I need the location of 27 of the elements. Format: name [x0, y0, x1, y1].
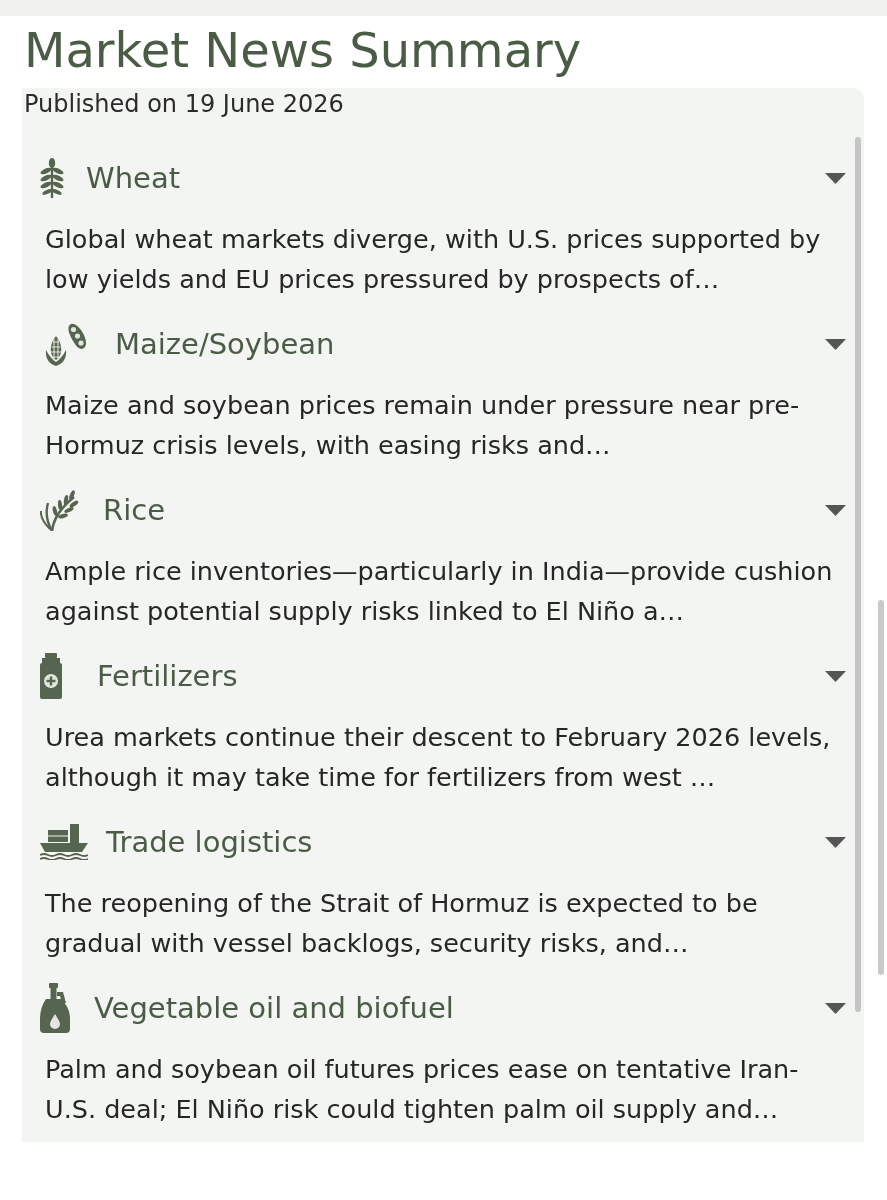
section-title[interactable]: Maize/Soybean	[115, 327, 335, 361]
section-summary: Palm and soybean oil futures prices ease on tentative Iran-U.S. deal; El Niño risk could tighten palm oil supply and…	[45, 1053, 800, 1126]
scrollbar-thumb[interactable]	[878, 600, 884, 975]
section-title[interactable]: Vegetable oil and biofuel	[94, 991, 454, 1025]
caret-icon[interactable]	[825, 670, 846, 682]
caret-icon[interactable]	[825, 504, 846, 516]
section-summary: Maize and soybean prices remain under pressure near pre-Hormuz crisis levels, with easing risks and…	[45, 389, 801, 462]
section-title[interactable]: Rice	[103, 493, 165, 527]
section-title[interactable]: Wheat	[86, 161, 181, 195]
section-summary: Urea markets continue their descent to February 2026 levels, although it may take time for fertilizers from west …	[45, 721, 832, 794]
section-summary: Ample rice inventories—particularly in India—provide cushion against potential supply risks linked to El Niño a…	[45, 555, 834, 628]
wheat-icon	[38, 158, 66, 198]
caret-icon[interactable]	[825, 338, 846, 350]
canister-icon	[40, 653, 62, 699]
page-title: Market News Summary	[24, 21, 582, 80]
publish-date: Published on 19 June 2026	[23, 89, 344, 120]
section-title[interactable]: Trade logistics	[106, 825, 313, 859]
section-summary: Global wheat markets diverge, with U.S. prices supported by low yields and EU prices pressured by prospects of…	[45, 223, 822, 296]
oil-bottle-icon	[40, 983, 70, 1033]
section-summary: The reopening of the Strait of Hormuz is expected to be gradual with vessel backlogs, security risks, and…	[45, 887, 759, 960]
section-title[interactable]: Fertilizers	[97, 659, 238, 693]
grain-stalk-icon	[40, 489, 80, 531]
caret-icon[interactable]	[825, 1002, 846, 1014]
cargo-ship-icon	[40, 824, 88, 860]
scrollbar-thumb[interactable]	[855, 137, 861, 1012]
caret-icon[interactable]	[825, 836, 846, 848]
caret-icon[interactable]	[825, 172, 846, 184]
